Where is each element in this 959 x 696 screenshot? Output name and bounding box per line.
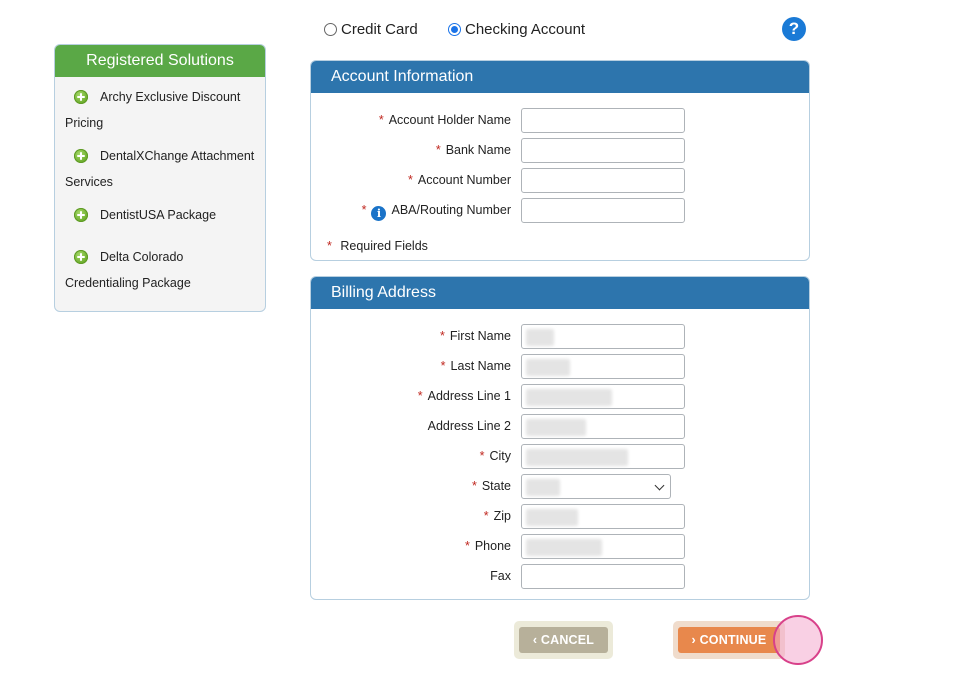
- credit-card-radio[interactable]: [324, 22, 337, 36]
- account-number-input[interactable]: [521, 168, 685, 193]
- required-asterisk: *: [327, 239, 332, 253]
- required-asterisk: *: [471, 479, 477, 493]
- phone-input[interactable]: [521, 534, 685, 559]
- info-icon[interactable]: i: [371, 206, 387, 221]
- state-select[interactable]: [521, 474, 671, 499]
- fax-input[interactable]: [521, 564, 685, 589]
- credit-card-option[interactable]: Credit Card: [324, 18, 418, 40]
- zip-row: * Zip: [311, 504, 809, 530]
- solution-name-line2: Credentialing Package: [65, 276, 191, 290]
- account-holder-name-row: * Account Holder Name: [311, 108, 809, 134]
- solution-item[interactable]: DentalXChange Attachment Services: [65, 143, 260, 195]
- bank-name-label: Bank Name: [445, 143, 511, 157]
- bank-name-row: * Bank Name: [311, 138, 809, 164]
- continue-button[interactable]: › CONTINUE: [673, 621, 785, 659]
- address-line-2-input[interactable]: [521, 414, 685, 439]
- phone-row: * Phone: [311, 534, 809, 560]
- zip-label: Zip: [493, 509, 511, 523]
- last-name-label: Last Name: [450, 359, 511, 373]
- required-asterisk: *: [408, 173, 413, 187]
- account-information-title: Account Information: [311, 61, 809, 93]
- state-label: State: [481, 479, 511, 493]
- registered-solutions-panel: Registered Solutions Archy Exclusive Dis…: [54, 44, 266, 312]
- required-asterisk: *: [378, 113, 384, 127]
- address-line-1-label: Address Line 1: [427, 389, 511, 403]
- city-label: City: [489, 449, 511, 463]
- required-asterisk: *: [361, 203, 367, 217]
- routing-number-row: * i ABA/Routing Number: [311, 198, 809, 224]
- bank-name-input[interactable]: [521, 138, 685, 163]
- cancel-button-label[interactable]: ‹ CANCEL: [519, 627, 608, 653]
- solution-name-line2: Pricing: [65, 116, 104, 130]
- required-asterisk: *: [417, 389, 423, 403]
- zip-input[interactable]: [521, 504, 685, 529]
- required-asterisk: *: [440, 359, 446, 373]
- billing-address-panel: Billing Address * First Name * Last Name *…: [310, 276, 810, 600]
- first-name-row: * First Name: [311, 324, 809, 350]
- solution-name-line1: Delta Colorado: [100, 250, 184, 264]
- solution-item[interactable]: Delta Colorado Credentialing Package: [65, 244, 260, 296]
- fax-label: Fax: [490, 569, 511, 583]
- account-number-row: * Account Number: [311, 168, 809, 194]
- fax-row: Fax: [311, 564, 809, 590]
- account-holder-name-label: Account Holder Name: [388, 113, 511, 127]
- address-line-2-label: Address Line 2: [427, 419, 511, 433]
- last-name-input[interactable]: [521, 354, 685, 379]
- required-asterisk: *: [464, 539, 470, 553]
- solution-name-line1: Archy Exclusive Discount: [100, 90, 241, 104]
- solution-name-line1: DentistUSA Package: [100, 208, 217, 222]
- phone-label: Phone: [474, 539, 511, 553]
- city-row: * City: [311, 444, 809, 470]
- last-name-row: * Last Name: [311, 354, 809, 380]
- solution-item[interactable]: DentistUSA Package: [65, 202, 260, 228]
- state-row: * State: [311, 474, 809, 500]
- continue-button-label[interactable]: › CONTINUE: [678, 627, 780, 653]
- city-input[interactable]: [521, 444, 685, 469]
- chevron-down-icon: [654, 480, 665, 491]
- routing-number-label: ABA/Routing Number: [391, 203, 511, 217]
- account-information-panel: Account Information * Account Holder Name…: [310, 60, 810, 261]
- help-icon[interactable]: ?: [782, 17, 806, 41]
- checking-account-option[interactable]: Checking Account: [448, 18, 585, 40]
- first-name-input[interactable]: [521, 324, 685, 349]
- address-line-2-row: Address Line 2: [311, 414, 809, 440]
- solution-name-line2: Services: [65, 175, 113, 189]
- required-fields-note: * Required Fields: [327, 239, 428, 253]
- sidebar-title: Registered Solutions: [55, 45, 265, 77]
- required-asterisk: *: [440, 329, 445, 343]
- first-name-label: First Name: [449, 329, 511, 343]
- checking-account-label[interactable]: Checking Account: [465, 21, 585, 38]
- required-asterisk: *: [479, 449, 485, 463]
- click-indicator: [773, 615, 823, 665]
- credit-card-label[interactable]: Credit Card: [341, 21, 418, 38]
- cancel-button[interactable]: ‹ CANCEL: [514, 621, 613, 659]
- address-line-1-row: * Address Line 1: [311, 384, 809, 410]
- routing-number-input[interactable]: [521, 198, 685, 223]
- checking-account-radio[interactable]: [448, 22, 461, 36]
- solution-name-line1: DentalXChange Attachment: [100, 149, 255, 163]
- solution-item[interactable]: Archy Exclusive Discount Pricing: [65, 84, 260, 136]
- account-holder-name-input[interactable]: [521, 108, 685, 133]
- account-number-label: Account Number: [417, 173, 511, 187]
- required-asterisk: *: [483, 509, 489, 523]
- required-asterisk: *: [435, 143, 441, 157]
- address-line-1-input[interactable]: [521, 384, 685, 409]
- billing-address-title: Billing Address: [311, 277, 809, 309]
